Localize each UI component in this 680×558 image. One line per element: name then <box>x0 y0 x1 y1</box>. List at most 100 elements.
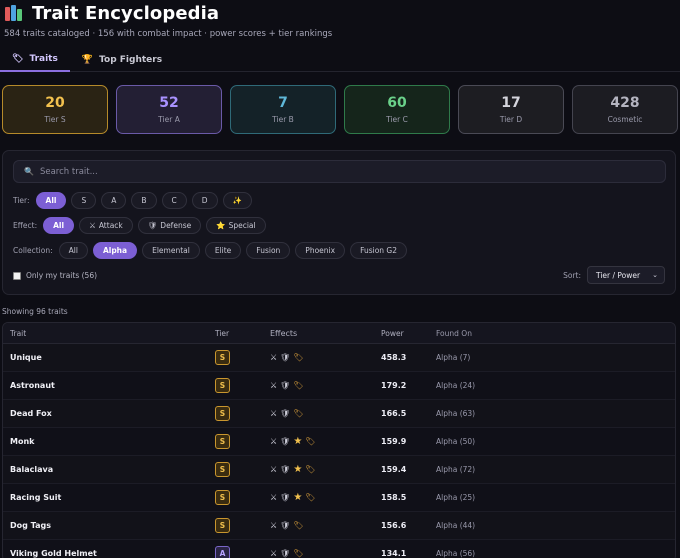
collection-chip-fusion[interactable]: Fusion <box>246 242 291 259</box>
tier-chip-all[interactable]: All <box>35 192 67 209</box>
collection-chip-alpha[interactable]: Alpha <box>92 242 138 259</box>
chip-label: All <box>53 221 65 230</box>
shield-icon: 🛡 <box>280 353 291 362</box>
effect-chip-attack[interactable]: ⚔ Attack <box>79 217 133 234</box>
found-on: Alpha (24) <box>436 381 476 390</box>
tier-badge: S <box>215 434 230 449</box>
swords-icon: ⚔ <box>270 409 278 418</box>
tag-icon: 🏷 <box>305 437 316 446</box>
tier-chip-a[interactable]: A <box>101 192 127 209</box>
sort-control: Sort: Tier / Power ⌄ <box>563 266 665 284</box>
table-row[interactable]: Monk S ⚔ 🛡 ★ 🏷 159.9 Alpha (50) <box>3 428 675 456</box>
effect-chip-all[interactable]: All <box>43 217 75 234</box>
collection-chip-fusion-g2[interactable]: Fusion G2 <box>350 242 408 259</box>
table-row[interactable]: Balaclava S ⚔ 🛡 ★ 🏷 159.4 Alpha (72) <box>3 456 675 484</box>
column-effects[interactable]: Effects <box>270 329 381 338</box>
page-subtitle: 584 traits cataloged · 156 with combat i… <box>4 29 333 39</box>
collection-chip-phoenix[interactable]: Phoenix <box>295 242 346 259</box>
swords-icon: ⚔ <box>270 493 278 502</box>
tag-icon: 🏷 <box>293 521 304 530</box>
column-found-on[interactable]: Found On <box>436 329 472 338</box>
column-tier[interactable]: Tier <box>215 329 270 338</box>
sort-value: Tier / Power <box>596 270 641 280</box>
tier-label: Cosmetic <box>607 115 643 124</box>
results-count: Showing 96 traits <box>2 307 68 316</box>
tier-label: Tier C <box>386 115 408 124</box>
tab-bar: 🏷 Traits 🏆 Top Fighters <box>0 48 680 72</box>
shield-icon: 🛡 <box>280 465 291 474</box>
column-trait[interactable]: Trait <box>3 329 215 338</box>
traits-table: Trait Tier Effects Power Found On Unique… <box>2 322 676 558</box>
tag-icon: 🏷 <box>12 54 24 64</box>
search-box: 🔍 <box>13 160 666 183</box>
found-on: Alpha (56) <box>436 549 476 558</box>
only-my-traits-toggle[interactable]: Only my traits (56) <box>13 271 97 280</box>
tier-chip-b[interactable]: B <box>131 192 157 209</box>
tier-cell: S <box>215 350 270 365</box>
power-score: 179.2 <box>381 381 407 390</box>
tier-chip-s[interactable]: S <box>71 192 97 209</box>
tier-badge: S <box>215 490 230 505</box>
tab-top-fighters[interactable]: 🏆 Top Fighters <box>70 48 174 72</box>
tab-traits[interactable]: 🏷 Traits <box>0 48 70 72</box>
found-on: Alpha (25) <box>436 493 476 502</box>
tier-chip-c[interactable]: C <box>161 192 187 209</box>
shield-icon: 🛡 <box>147 221 158 230</box>
tier-card-cosmetic[interactable]: 428 Cosmetic <box>572 85 678 134</box>
tier-summary-cards: 20 Tier S 52 Tier A 7 Tier B 60 Tier C 1… <box>2 85 678 134</box>
tier-filter-row: Tier: All S A B C D ✨ <box>13 192 252 209</box>
tier-count: 7 <box>278 95 288 111</box>
star-icon: ⭐ <box>216 221 226 230</box>
tag-icon: 🏷 <box>305 493 316 502</box>
table-row[interactable]: Astronaut S ⚔ 🛡 🏷 179.2 Alpha (24) <box>3 372 675 400</box>
tier-card-d[interactable]: 17 Tier D <box>458 85 564 134</box>
star-icon: ★ <box>293 436 303 447</box>
tier-badge: S <box>215 462 230 477</box>
tier-label: Tier A <box>158 115 180 124</box>
tier-card-c[interactable]: 60 Tier C <box>344 85 450 134</box>
tier-card-a[interactable]: 52 Tier A <box>116 85 222 134</box>
found-on: Alpha (63) <box>436 409 476 418</box>
collection-chip-elite[interactable]: Elite <box>204 242 242 259</box>
tier-count: 428 <box>610 95 640 111</box>
tag-icon: 🏷 <box>293 381 304 390</box>
effect-chip-special[interactable]: ⭐ Special <box>206 217 266 234</box>
found-on: Alpha (72) <box>436 465 476 474</box>
power-score: 156.6 <box>381 521 407 530</box>
search-input[interactable] <box>39 166 640 177</box>
chip-label: Defense <box>160 221 192 230</box>
books-icon <box>4 3 26 23</box>
effects-cell: ⚔ 🛡 🏷 <box>270 409 381 418</box>
shield-icon: 🛡 <box>280 381 291 390</box>
tier-chip-d[interactable]: D <box>191 192 218 209</box>
tier-cell: S <box>215 518 270 533</box>
power-score: 458.3 <box>381 353 407 362</box>
effect-chip-defense[interactable]: 🛡 Defense <box>137 217 202 234</box>
collection-chip-elemental[interactable]: Elemental <box>142 242 200 259</box>
tier-chip-cosmetic[interactable]: ✨ <box>222 192 252 209</box>
tier-card-b[interactable]: 7 Tier B <box>230 85 336 134</box>
sort-label: Sort: <box>563 270 581 280</box>
star-icon: ★ <box>293 464 303 475</box>
chip-label: Attack <box>98 221 123 230</box>
tier-count: 60 <box>387 95 407 111</box>
table-row[interactable]: Unique S ⚔ 🛡 🏷 458.3 Alpha (7) <box>3 344 675 372</box>
table-row[interactable]: Racing Suit S ⚔ 🛡 ★ 🏷 158.5 Alpha (25) <box>3 484 675 512</box>
power-score: 159.9 <box>381 437 407 446</box>
search-icon: 🔍 <box>24 167 34 176</box>
table-row[interactable]: Viking Gold Helmet A ⚔ 🛡 🏷 134.1 Alpha (56) <box>3 540 675 558</box>
collection-chip-all[interactable]: All <box>58 242 88 259</box>
trait-name: Racing Suit <box>10 493 62 502</box>
trait-name: Dead Fox <box>10 409 52 418</box>
effects-cell: ⚔ 🛡 ★ 🏷 <box>270 436 381 447</box>
tier-card-s[interactable]: 20 Tier S <box>2 85 108 134</box>
table-row[interactable]: Dog Tags S ⚔ 🛡 🏷 156.6 Alpha (44) <box>3 512 675 540</box>
effects-cell: ⚔ 🛡 ★ 🏷 <box>270 464 381 475</box>
sort-select[interactable]: Tier / Power ⌄ <box>587 266 665 284</box>
only-my-traits-checkbox[interactable] <box>13 271 21 280</box>
tier-count: 17 <box>501 95 521 111</box>
column-power[interactable]: Power <box>381 329 436 338</box>
tier-cell: A <box>215 546 270 558</box>
table-row[interactable]: Dead Fox S ⚔ 🛡 🏷 166.5 Alpha (63) <box>3 400 675 428</box>
tier-cell: S <box>215 490 270 505</box>
